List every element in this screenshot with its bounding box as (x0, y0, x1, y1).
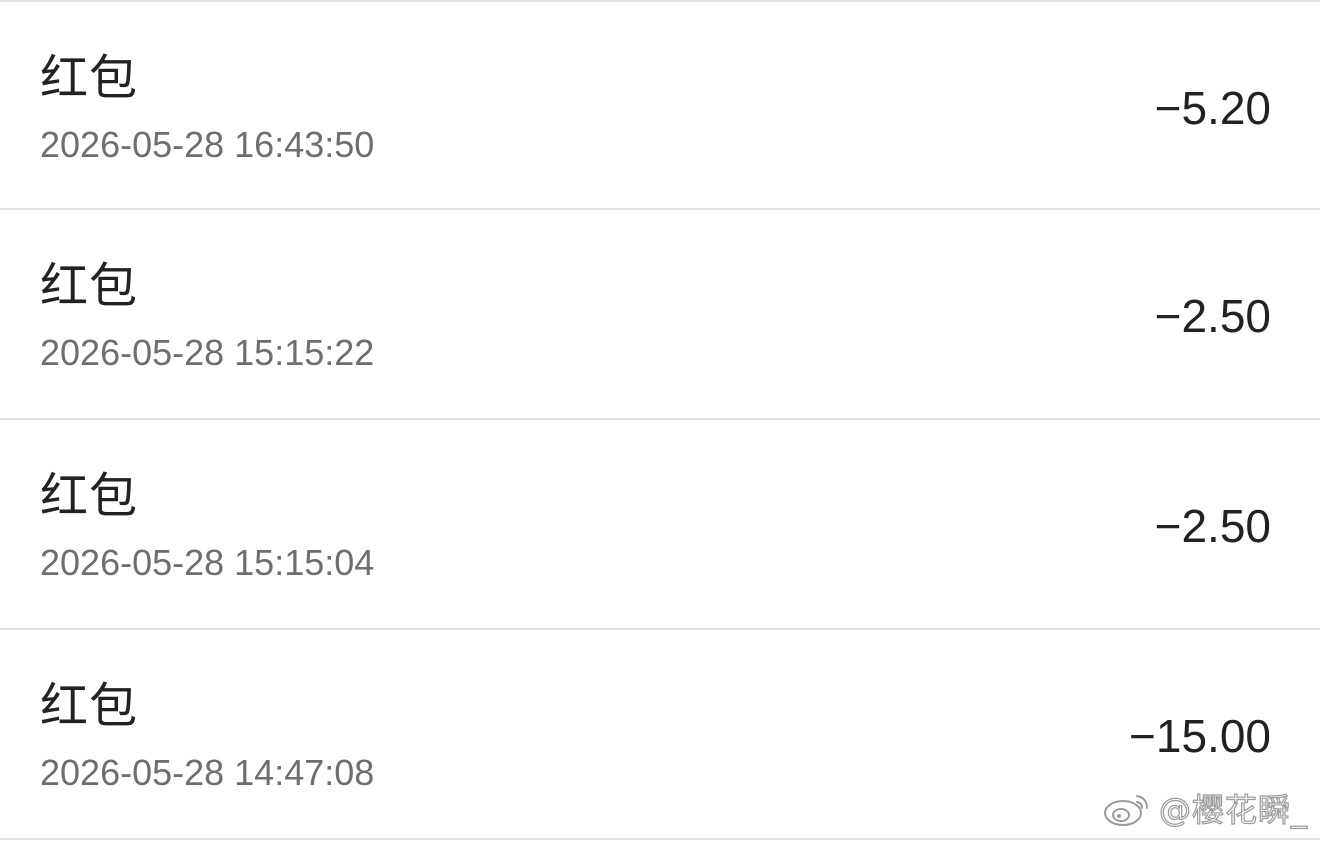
transaction-time: 2026-05-28 14:47:08 (40, 752, 375, 793)
transaction-list: 红包 2026-05-28 16:43:50 −5.20 红包 2026-05-… (0, 0, 1320, 841)
transaction-time: 2026-05-28 15:15:22 (40, 332, 375, 373)
transaction-time: 2026-05-28 16:43:50 (40, 124, 375, 165)
transaction-title: 红包 (40, 50, 139, 106)
transaction-row[interactable]: 红包 2026-05-28 15:15:22 −2.50 (0, 210, 1320, 419)
watermark-text: @樱花瞬_ (1158, 790, 1308, 829)
weibo-icon (1103, 795, 1148, 826)
transaction-amount: −2.50 (1154, 290, 1271, 342)
transaction-amount: −2.50 (1154, 500, 1271, 552)
watermark: @樱花瞬_ (1101, 785, 1308, 831)
transaction-row[interactable]: 红包 2026-05-28 15:15:04 −2.50 (0, 420, 1320, 629)
transaction-row[interactable]: 红包 2026-05-28 16:43:50 −5.20 (0, 2, 1320, 211)
transaction-amount: −5.20 (1154, 82, 1271, 134)
transaction-time: 2026-05-28 15:15:04 (40, 542, 375, 583)
transaction-title: 红包 (40, 468, 139, 524)
transaction-amount: −15.00 (1129, 710, 1271, 762)
transaction-title: 红包 (40, 678, 139, 734)
list-divider (0, 838, 1320, 840)
transaction-title: 红包 (40, 258, 139, 314)
